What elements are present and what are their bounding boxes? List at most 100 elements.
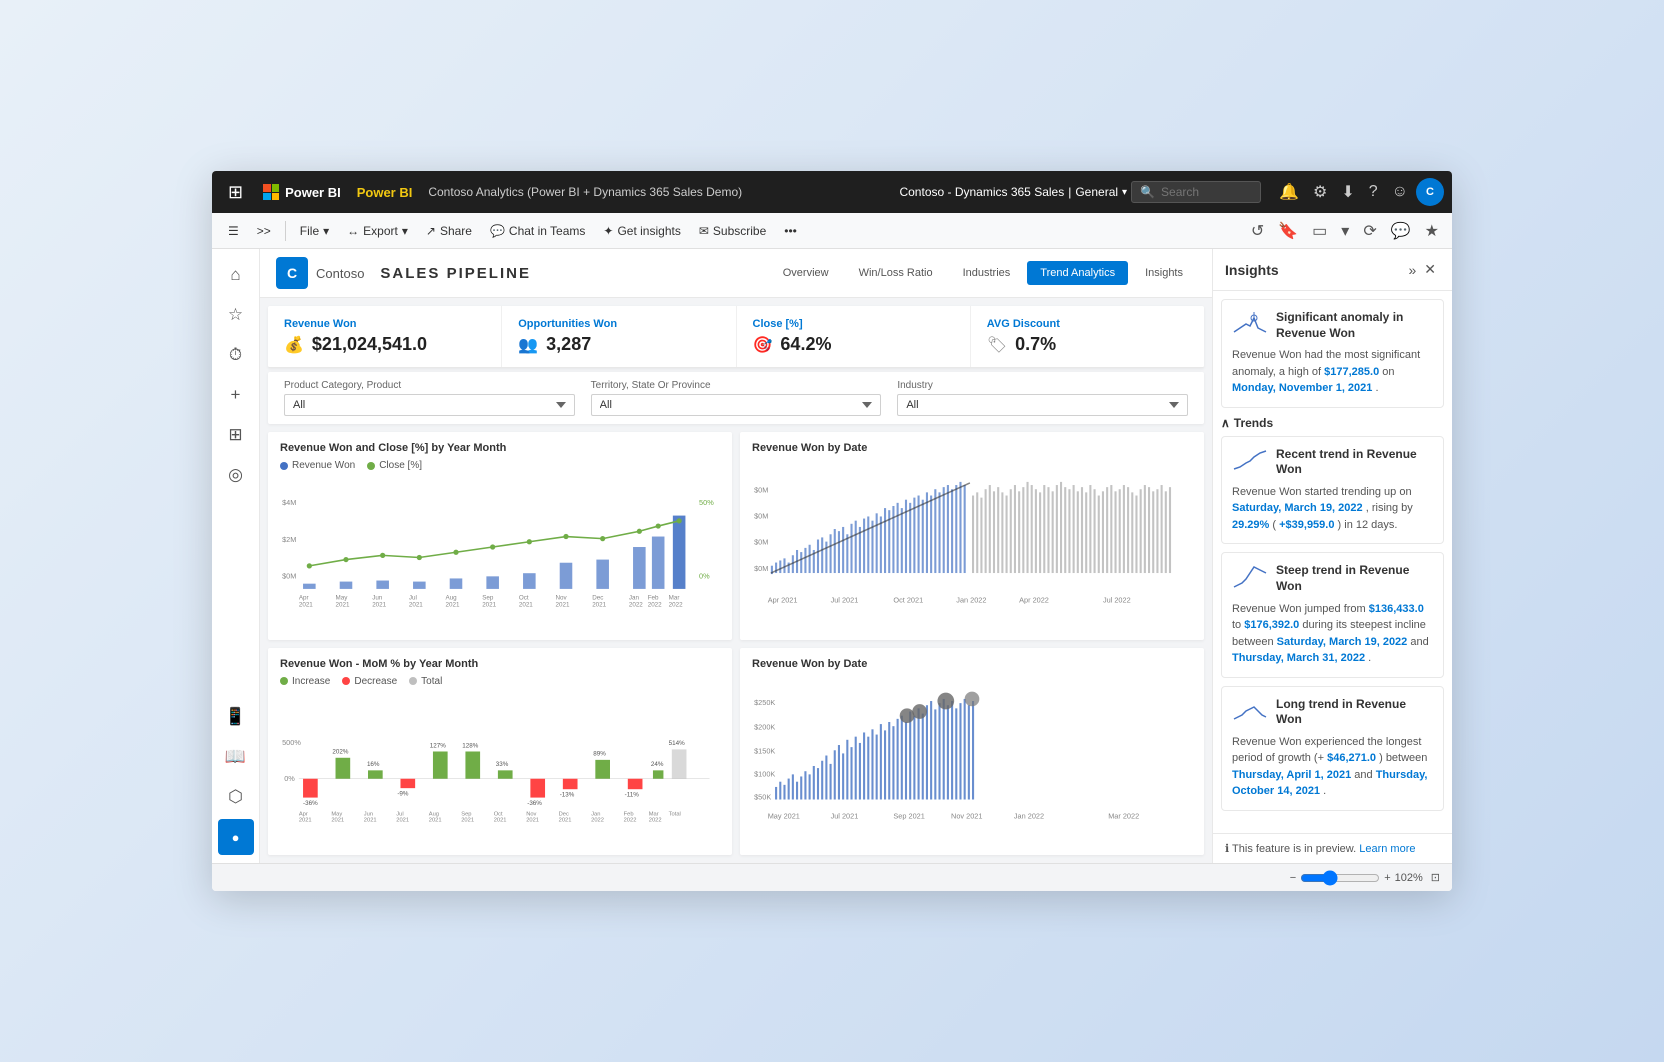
svg-text:2021: 2021 xyxy=(364,817,377,823)
insight-trend1-card[interactable]: Recent trend in Revenue Won Revenue Won … xyxy=(1221,436,1444,545)
tab-winloss[interactable]: Win/Loss Ratio xyxy=(846,261,946,285)
trend3-chart-icon xyxy=(1232,697,1268,725)
zoom-minus-icon[interactable]: − xyxy=(1290,872,1296,884)
tab-trend-analytics[interactable]: Trend Analytics xyxy=(1027,261,1128,285)
sidebar-item-powerbi[interactable]: ● xyxy=(218,819,254,855)
svg-text:Apr: Apr xyxy=(299,811,308,817)
search-box[interactable]: 🔍 xyxy=(1131,181,1261,203)
filter-industry-select[interactable]: All xyxy=(897,394,1188,416)
svg-text:$2M: $2M xyxy=(282,535,296,544)
filter-territory-select[interactable]: All xyxy=(591,394,882,416)
settings-icon[interactable]: ⚙ xyxy=(1307,178,1333,206)
avatar[interactable]: C xyxy=(1416,178,1444,206)
insights-close-icon[interactable]: ✕ xyxy=(1420,259,1440,280)
sidebar-item-workspaces[interactable]: ⬡ xyxy=(218,779,254,815)
fullscreen-icon[interactable]: ★ xyxy=(1420,217,1444,245)
zoom-plus-icon[interactable]: + xyxy=(1384,872,1390,884)
tab-overview[interactable]: Overview xyxy=(770,261,842,285)
sidebar-item-home[interactable]: ⌂ xyxy=(218,257,254,293)
zoom-range-input[interactable] xyxy=(1300,870,1380,886)
insight-trend2-body: Revenue Won jumped from $136,433.0 to $1… xyxy=(1232,601,1433,667)
anomaly-body-mid: on xyxy=(1382,366,1394,378)
trends-chevron-icon[interactable]: ∧ xyxy=(1221,416,1230,430)
svg-text:Jun: Jun xyxy=(364,811,373,817)
chat-teams-button[interactable]: 💬 Chat in Teams xyxy=(482,220,593,242)
sidebar-item-datahub[interactable]: ⊞ xyxy=(218,417,254,453)
svg-text:$150K: $150K xyxy=(754,746,775,755)
svg-text:Nov: Nov xyxy=(556,594,568,601)
legend-revenue-dot xyxy=(280,462,288,470)
comment-icon[interactable]: 💬 xyxy=(1386,217,1416,245)
manual-refresh-icon[interactable]: ⟳ xyxy=(1358,217,1381,245)
workspace-chevron-icon[interactable]: ▾ xyxy=(1122,187,1127,198)
legend-total-dot xyxy=(409,677,417,685)
file-button[interactable]: File ▾ xyxy=(292,220,337,242)
insights-expand-icon[interactable]: » xyxy=(1404,260,1420,280)
ms-logo[interactable]: Power BI xyxy=(255,184,349,200)
chart-mom-pct[interactable]: Revenue Won - MoM % by Year Month Increa… xyxy=(268,648,732,856)
refresh-icon[interactable]: ↺ xyxy=(1246,217,1269,245)
svg-text:2022: 2022 xyxy=(591,817,604,823)
breadcrumb-expand-button[interactable]: >> xyxy=(249,220,279,242)
svg-text:Oct: Oct xyxy=(519,594,529,601)
tab-industries[interactable]: Industries xyxy=(950,261,1024,285)
trend1-mid2: ( xyxy=(1272,519,1276,531)
sidebar-item-goals[interactable]: ◎ xyxy=(218,457,254,493)
waffle-icon[interactable]: ⊞ xyxy=(220,178,251,207)
search-input[interactable] xyxy=(1161,185,1241,199)
insights-title: Insights xyxy=(1225,262,1404,278)
chart-revenue-close[interactable]: Revenue Won and Close [%] by Year Month … xyxy=(268,432,732,640)
insight-trend2-title: Steep trend in Revenue Won xyxy=(1276,563,1433,594)
svg-text:89%: 89% xyxy=(593,750,606,757)
download-icon[interactable]: ⬇ xyxy=(1335,178,1360,206)
sidebar-item-apps[interactable]: 📱 xyxy=(218,699,254,735)
insight-trend2-card[interactable]: Steep trend in Revenue Won Revenue Won j… xyxy=(1221,552,1444,677)
svg-text:24%: 24% xyxy=(651,761,664,768)
legend-decrease: Decrease xyxy=(342,676,397,687)
kpi-discount-icon: 🏷 xyxy=(987,335,1007,355)
sidebar-item-favorites[interactable]: ☆ xyxy=(218,297,254,333)
file-label: File xyxy=(300,224,319,238)
chart3-legend: Increase Decrease Total xyxy=(280,676,720,687)
view-chevron-icon[interactable]: ▾ xyxy=(1336,217,1354,245)
get-insights-button[interactable]: ✦ Get insights xyxy=(595,220,688,242)
view-icon[interactable]: ▭ xyxy=(1307,217,1332,245)
insight-anomaly-card[interactable]: Significant anomaly in Revenue Won Reven… xyxy=(1221,299,1444,408)
share-button[interactable]: ↗ Share xyxy=(418,220,480,242)
filter-product-select[interactable]: All xyxy=(284,394,575,416)
sidebar-item-create[interactable]: + xyxy=(218,377,254,413)
svg-text:2022: 2022 xyxy=(648,602,662,609)
insight-trend3-card[interactable]: Long trend in Revenue Won Revenue Won ex… xyxy=(1221,686,1444,811)
subscribe-button[interactable]: ✉ Subscribe xyxy=(691,220,774,242)
sidebar-item-learn[interactable]: 📖 xyxy=(218,739,254,775)
chart1-title: Revenue Won and Close [%] by Year Month xyxy=(280,442,720,454)
trend3-end: . xyxy=(1323,785,1326,797)
subscribe-icon: ✉ xyxy=(699,224,709,238)
svg-text:2021: 2021 xyxy=(299,602,313,609)
kpi-opportunities-won[interactable]: Opportunities Won 👥 3,287 xyxy=(502,306,736,367)
feedback-icon[interactable]: ☺ xyxy=(1386,179,1414,205)
report-header: C Contoso SALES PIPELINE Overview Win/Lo… xyxy=(260,249,1212,298)
fit-to-page-icon[interactable]: ⊡ xyxy=(1431,871,1440,884)
hamburger-icon: ☰ xyxy=(228,224,239,238)
export-button[interactable]: ↔ Export ▾ xyxy=(339,220,416,242)
kpi-avg-discount[interactable]: AVG Discount 🏷 0.7% xyxy=(971,306,1204,367)
chart-revenue-date-bottom[interactable]: Revenue Won by Date $250K $200K $150K $1… xyxy=(740,648,1204,856)
help-icon[interactable]: ? xyxy=(1363,179,1384,205)
chart1-svg: $4M $2M $0M 50% 0% xyxy=(280,475,720,630)
kpi-close-pct[interactable]: Close [%] 🎯 64.2% xyxy=(737,306,971,367)
more-button[interactable]: ••• xyxy=(776,220,805,242)
svg-text:$50K: $50K xyxy=(754,792,771,801)
tab-insights[interactable]: Insights xyxy=(1132,261,1196,285)
svg-text:Dec: Dec xyxy=(592,594,603,601)
bookmark-icon[interactable]: 🔖 xyxy=(1273,217,1303,245)
sidebar-item-recents[interactable]: ⏱ xyxy=(218,337,254,373)
kpi-revenue-won[interactable]: Revenue Won 💰 $21,024,541.0 xyxy=(268,306,502,367)
expand-nav-button[interactable]: ☰ xyxy=(220,220,247,242)
insights-footer: ℹ This feature is in preview. Learn more xyxy=(1213,833,1452,863)
svg-text:$200K: $200K xyxy=(754,722,775,731)
insights-learn-more-link[interactable]: Learn more xyxy=(1359,843,1415,855)
legend-decrease-label: Decrease xyxy=(354,676,397,687)
notification-icon[interactable]: 🔔 xyxy=(1273,178,1305,206)
chart-revenue-date-top[interactable]: Revenue Won by Date $0M $0M $0M $0M xyxy=(740,432,1204,640)
